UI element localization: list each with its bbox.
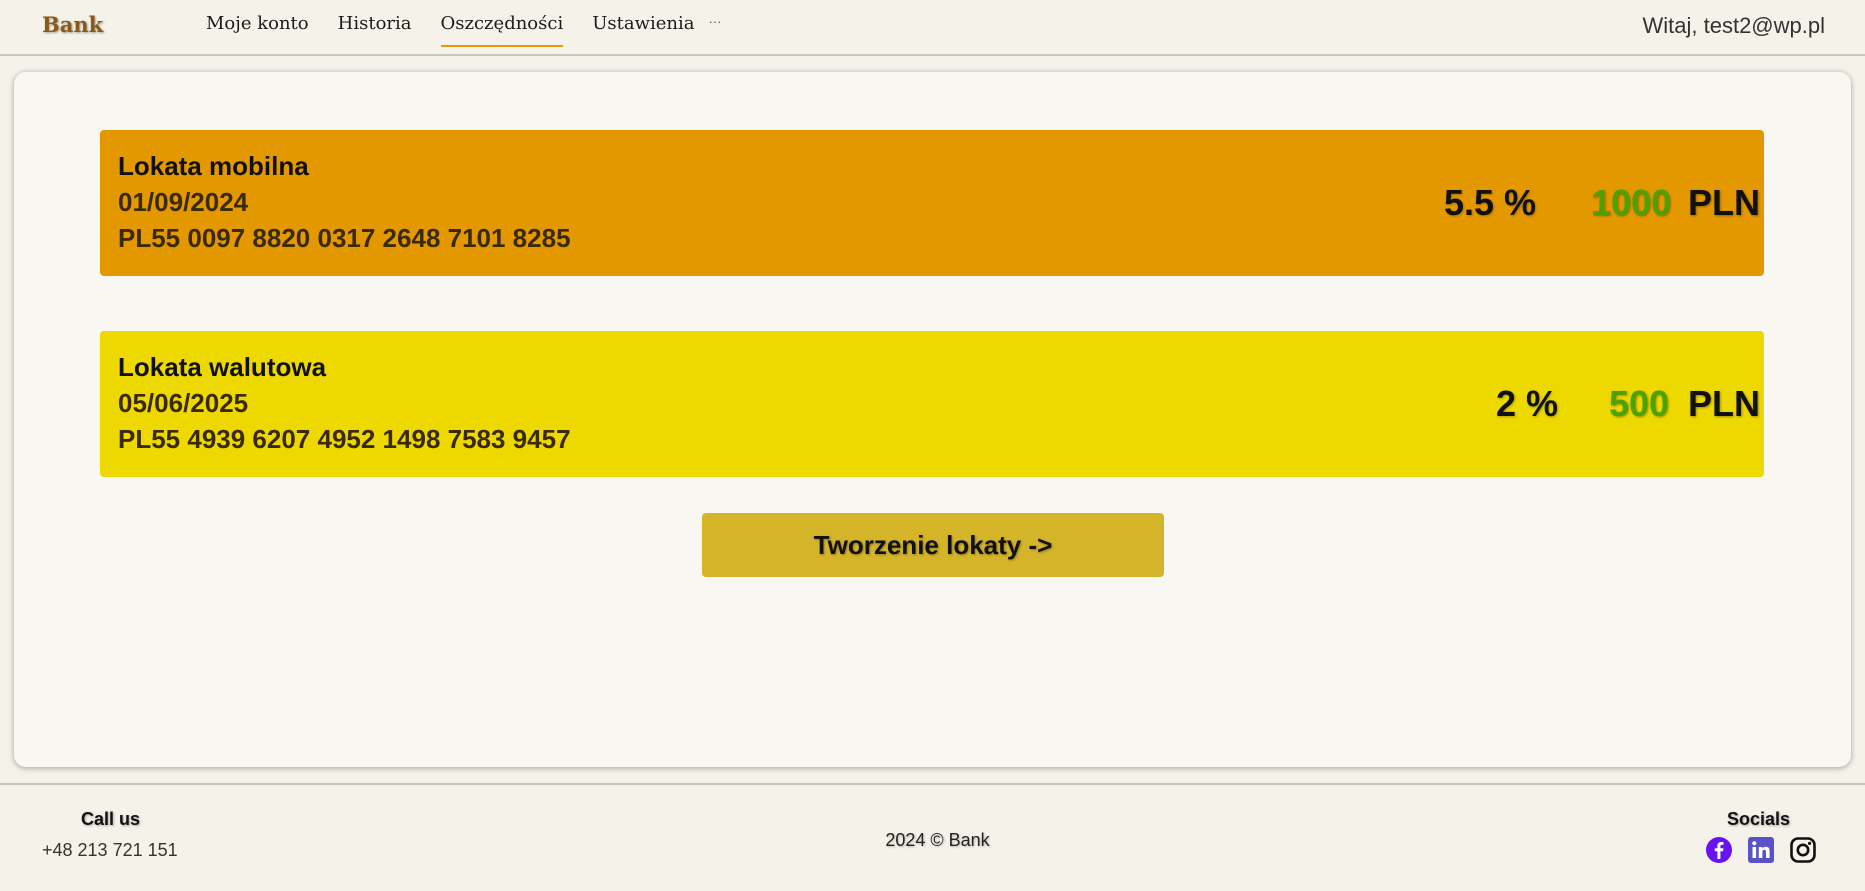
deposit-account-number: PL55 0097 8820 0317 2648 7101 8285 — [118, 223, 571, 253]
deposit-amount: 500 — [1609, 383, 1670, 424]
deposit-currency: PLN — [1688, 182, 1760, 223]
nav-item-oszczednosci[interactable]: Oszczędności — [440, 0, 563, 48]
deposit-card[interactable]: Lokata walutowa 05/06/2025 PL55 4939 620… — [100, 331, 1764, 477]
deposit-card[interactable]: Lokata mobilna 01/09/2024 PL55 0097 8820… — [100, 130, 1764, 276]
nav-more-icon[interactable]: ··· — [709, 0, 722, 29]
deposit-date: 01/09/2024 — [118, 187, 249, 217]
social-links — [1705, 836, 1817, 864]
nav-item-moje-konto[interactable]: Moje konto — [206, 0, 309, 48]
top-navbar: Bank Moje konto Historia Oszczędności Us… — [0, 0, 1865, 56]
deposit-name: Lokata mobilna — [118, 151, 309, 181]
footer: Call us +48 213 721 151 2024 © Bank Soci… — [0, 783, 1865, 891]
deposit-amount: 1000 — [1591, 182, 1672, 223]
deposit-name: Lokata walutowa — [118, 352, 327, 382]
user-greeting: Witaj, test2@wp.pl — [1642, 13, 1826, 38]
instagram-icon[interactable] — [1789, 836, 1817, 864]
deposit-info: Lokata walutowa 05/06/2025 PL55 4939 620… — [118, 349, 571, 457]
main-nav: Moje konto Historia Oszczędności Ustawie… — [206, 0, 722, 56]
deposit-account-number: PL55 4939 6207 4952 1498 7583 9457 — [118, 424, 571, 454]
deposit-info: Lokata mobilna 01/09/2024 PL55 0097 8820… — [118, 148, 571, 256]
socials-heading: Socials — [1726, 809, 1790, 829]
deposit-date: 05/06/2025 — [118, 388, 249, 418]
facebook-icon[interactable] — [1705, 836, 1733, 864]
nav-item-historia[interactable]: Historia — [338, 0, 412, 48]
deposit-interest-rate: 2 % — [1496, 383, 1559, 424]
deposit-currency: PLN — [1688, 383, 1760, 424]
linkedin-icon[interactable] — [1747, 836, 1775, 864]
nav-item-ustawienia[interactable]: Ustawienia — [592, 0, 694, 48]
copyright-text: 2024 © Bank — [885, 830, 990, 850]
brand-logo[interactable]: Bank — [42, 12, 103, 37]
call-us-heading: Call us — [81, 809, 141, 829]
savings-panel: Lokata mobilna 01/09/2024 PL55 0097 8820… — [14, 72, 1851, 767]
deposit-interest-rate: 5.5 % — [1444, 182, 1537, 223]
create-deposit-button[interactable]: Tworzenie lokaty -> — [702, 513, 1164, 577]
